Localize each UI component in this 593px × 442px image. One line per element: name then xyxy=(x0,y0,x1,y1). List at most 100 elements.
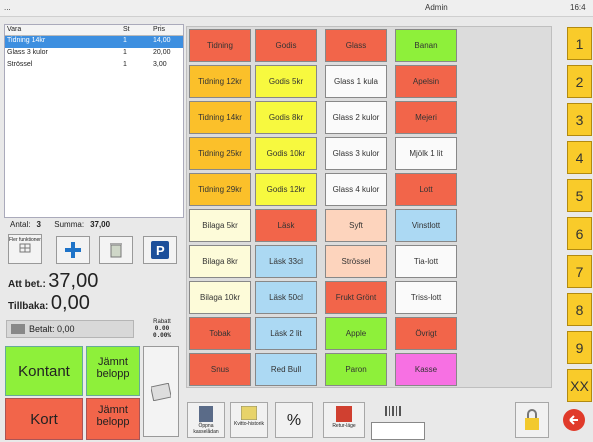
to-pay-label: Att bet.: xyxy=(8,279,46,290)
product-button[interactable]: Lott xyxy=(395,173,457,206)
numpad-key[interactable]: 7 xyxy=(567,255,592,288)
numpad-key[interactable]: 1 xyxy=(567,27,592,60)
numpad-key[interactable]: 3 xyxy=(567,103,592,136)
product-button[interactable]: Frukt Grönt xyxy=(325,281,387,314)
product-button[interactable]: Godis 10kr xyxy=(255,137,317,170)
product-button[interactable]: Läsk 2 lit xyxy=(255,317,317,350)
product-button[interactable]: Läsk xyxy=(255,209,317,242)
product-button[interactable]: Snus xyxy=(189,353,251,386)
percent-button[interactable]: % xyxy=(275,402,313,438)
count-value: 3 xyxy=(36,220,41,229)
parking-icon: P xyxy=(151,241,169,259)
product-button[interactable]: Övrigt xyxy=(395,317,457,350)
even-label: Jämnt xyxy=(98,404,128,416)
numpad-key[interactable]: 5 xyxy=(567,179,592,212)
logout-button[interactable] xyxy=(562,408,590,436)
product-button[interactable]: Mjölk 1 lit xyxy=(395,137,457,170)
column-price: Pris xyxy=(153,26,166,33)
product-button[interactable]: Apple xyxy=(325,317,387,350)
product-button[interactable]: Godis 5kr xyxy=(255,65,317,98)
product-button[interactable]: Mejeri xyxy=(395,101,457,134)
discount[interactable]: Rabatt 0.00 0.00% xyxy=(144,319,180,339)
product-button[interactable]: Tobak xyxy=(189,317,251,350)
numpad-key[interactable]: 8 xyxy=(567,293,592,326)
product-button[interactable]: Bilaga 10kr xyxy=(189,281,251,314)
delete-button[interactable] xyxy=(99,236,133,264)
open-drawer-button[interactable]: Öppna kasselådan xyxy=(187,402,225,438)
park-button[interactable]: P xyxy=(143,236,177,264)
product-button[interactable]: Tidning 14kr xyxy=(189,101,251,134)
product-button[interactable]: Bilaga 5kr xyxy=(189,209,251,242)
product-button[interactable]: Strössel xyxy=(325,245,387,278)
barcode-input[interactable] xyxy=(371,422,425,440)
product-button[interactable]: Tidning 25kr xyxy=(189,137,251,170)
sum-label: Summa: xyxy=(54,220,85,229)
cash-label: Kontant xyxy=(18,362,70,380)
numpad-key[interactable]: 2 xyxy=(567,65,592,98)
product-button[interactable]: Glass 4 kulor xyxy=(325,173,387,206)
top-bar-menu: ... xyxy=(4,3,11,12)
product-button[interactable]: Glass xyxy=(325,29,387,62)
svg-text:P: P xyxy=(156,243,165,258)
cash-button[interactable]: Kontant xyxy=(5,346,83,396)
product-button[interactable]: Läsk 50cl xyxy=(255,281,317,314)
top-bar: ... Admin 16:4 xyxy=(0,0,593,17)
product-button[interactable]: Paron xyxy=(325,353,387,386)
receipt-list[interactable]: Vara St Pris Tidning 14kr 1 14,00 Glass … xyxy=(4,24,184,218)
to-pay-amount: 37,00 xyxy=(48,270,99,292)
product-button[interactable]: Glass 3 kulor xyxy=(325,137,387,170)
barcode-icon xyxy=(385,406,401,416)
product-button[interactable]: Kasse xyxy=(395,353,457,386)
product-button[interactable]: Tidning xyxy=(189,29,251,62)
paid-label: Betalt: 0,00 xyxy=(29,324,75,334)
return-icon xyxy=(336,406,352,422)
percent-icon: % xyxy=(286,412,302,429)
change: Tillbaka: 0,00 xyxy=(8,292,90,315)
more-functions-button[interactable]: Fler funktioner xyxy=(8,234,42,264)
numpad-key[interactable]: XX xyxy=(567,369,592,402)
cash-icon xyxy=(11,324,25,334)
current-user: Admin xyxy=(425,3,448,12)
product-button[interactable]: Godis 8kr xyxy=(255,101,317,134)
product-button[interactable]: Tia-lott xyxy=(395,245,457,278)
plus-icon xyxy=(65,242,81,258)
card-button[interactable]: Kort xyxy=(5,398,83,440)
product-button[interactable]: Red Bull xyxy=(255,353,317,386)
product-button[interactable]: Glass 2 kulor xyxy=(325,101,387,134)
add-button[interactable] xyxy=(56,236,90,264)
row-item: Strössel xyxy=(7,61,33,68)
receipt-history-label: Kvitto-historik xyxy=(233,421,264,427)
product-button[interactable]: Bilaga 8kr xyxy=(189,245,251,278)
product-button[interactable]: Tidning 29kr xyxy=(189,173,251,206)
numpad-key[interactable]: 9 xyxy=(567,331,592,364)
card-label: Kort xyxy=(30,410,58,428)
grid-icon xyxy=(19,243,31,253)
product-button[interactable]: Triss-lott xyxy=(395,281,457,314)
receipt-row[interactable]: Strössel 1 3,00 xyxy=(5,60,183,72)
product-button[interactable]: Glass 1 kula xyxy=(325,65,387,98)
receipt-list-header: Vara St Pris xyxy=(5,25,183,36)
receipt-row[interactable]: Glass 3 kulor 1 20,00 xyxy=(5,48,183,60)
receipt-icon xyxy=(241,406,257,420)
receipt-row[interactable]: Tidning 14kr 1 14,00 xyxy=(5,36,183,48)
receipt-history-button[interactable]: Kvitto-historik xyxy=(230,402,268,438)
product-button[interactable]: Godis 12kr xyxy=(255,173,317,206)
product-button[interactable]: Syft xyxy=(325,209,387,242)
numpad-key[interactable]: 6 xyxy=(567,217,592,250)
card-even-amount-button[interactable]: Jämnt belopp xyxy=(86,398,140,440)
drawer-icon xyxy=(199,406,213,422)
product-button[interactable]: Vinstlott xyxy=(395,209,457,242)
product-button[interactable]: Apelsin xyxy=(395,65,457,98)
numpad-key[interactable]: 4 xyxy=(567,141,592,174)
row-price: 3,00 xyxy=(153,61,167,68)
lock-button[interactable] xyxy=(515,402,549,438)
product-button[interactable]: Banan xyxy=(395,29,457,62)
product-button[interactable]: Godis xyxy=(255,29,317,62)
product-button[interactable]: Tidning 12kr xyxy=(189,65,251,98)
product-button[interactable]: Läsk 33cl xyxy=(255,245,317,278)
receipt-view-button[interactable] xyxy=(143,346,179,437)
cash-even-amount-button[interactable]: Jämnt belopp xyxy=(86,346,140,396)
change-label: Tillbaka: xyxy=(8,301,49,312)
row-price: 20,00 xyxy=(153,49,171,56)
return-mode-button[interactable]: Retur-läge xyxy=(323,402,365,438)
